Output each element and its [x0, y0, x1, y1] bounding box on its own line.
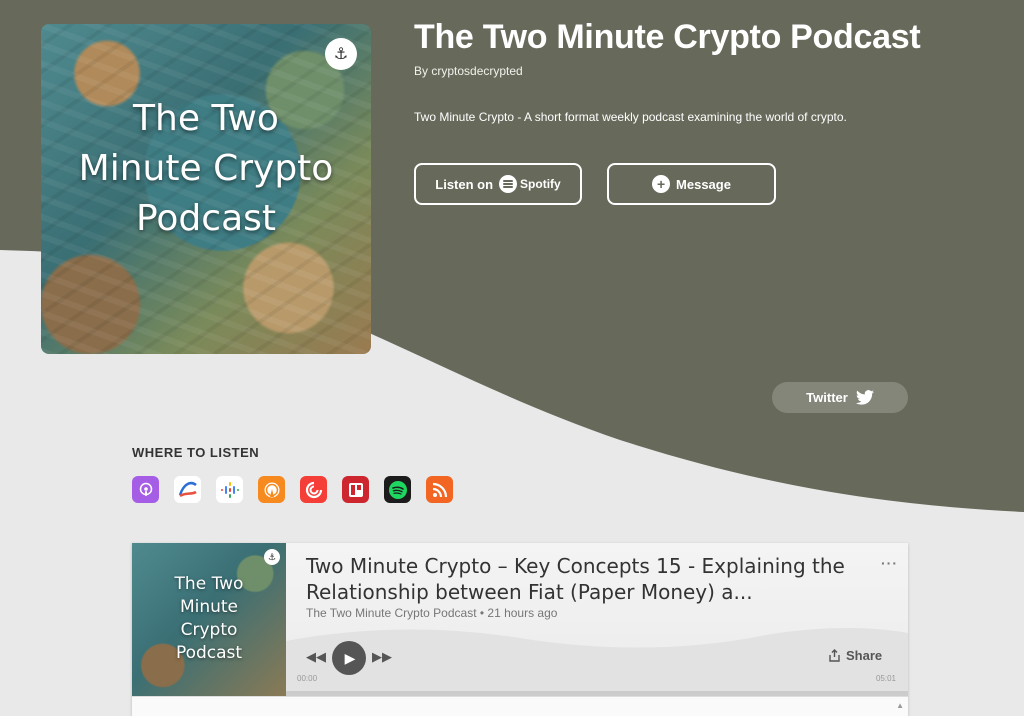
listen-on-spotify-button[interactable]: Listen on Spotify — [414, 163, 582, 205]
podcast-description: Two Minute Crypto - A short format weekl… — [414, 110, 847, 124]
rss-icon[interactable] — [426, 476, 453, 503]
rewind-icon[interactable]: ◀◀ — [306, 649, 326, 665]
radiopublic-icon[interactable] — [342, 476, 369, 503]
fast-forward-icon[interactable]: ▶▶ — [372, 649, 392, 665]
google-podcasts-icon[interactable] — [216, 476, 243, 503]
twitter-button[interactable]: Twitter — [772, 382, 908, 413]
message-plus-icon: + — [652, 175, 671, 193]
episode-list-area: ▲ — [132, 696, 908, 716]
episode-artwork-title: The Two Minute Crypto Podcast — [174, 574, 244, 663]
time-elapsed: 00:00 — [297, 674, 318, 683]
platform-icon-list — [132, 476, 453, 503]
where-to-listen-heading: WHERE TO LISTEN — [132, 445, 260, 460]
message-label: Message — [676, 176, 731, 192]
episode-artwork: The Two Minute Crypto Podcast ⚓ — [132, 543, 286, 696]
share-button[interactable]: Share — [828, 648, 882, 663]
spotify-platform-icon[interactable] — [384, 476, 411, 503]
spotify-icon — [499, 175, 518, 193]
podcast-byline[interactable]: By cryptosdecrypted — [414, 64, 523, 78]
player-main: Two Minute Crypto – Key Concepts 15 - Ex… — [286, 543, 908, 696]
message-button[interactable]: + Message — [607, 163, 776, 205]
anchor-logo-icon: ⚓ — [325, 38, 357, 70]
more-options-icon[interactable]: ··· — [881, 555, 898, 571]
breaker-icon[interactable] — [174, 476, 201, 503]
apple-podcasts-icon[interactable] — [132, 476, 159, 503]
time-total: 05:01 — [875, 674, 896, 683]
listen-on-label: Listen on — [435, 176, 494, 192]
overcast-icon[interactable] — [258, 476, 285, 503]
scroll-up-icon[interactable]: ▲ — [896, 701, 904, 710]
cover-title: The Two Minute Crypto Podcast — [78, 98, 334, 239]
episode-player: The Two Minute Crypto Podcast ⚓ Two Minu… — [132, 543, 908, 716]
share-label: Share — [846, 648, 883, 663]
twitter-label: Twitter — [806, 390, 848, 405]
share-icon — [829, 649, 840, 662]
spotify-logo: Spotify — [499, 175, 561, 193]
podcast-cover-art: The Two Minute Crypto Podcast ⚓ — [41, 24, 371, 354]
podcast-title: The Two Minute Crypto Podcast — [414, 18, 921, 56]
play-button[interactable]: ▶ — [332, 641, 366, 675]
pocket-casts-icon[interactable] — [300, 476, 327, 503]
twitter-bird-icon — [855, 390, 874, 405]
anchor-logo-icon: ⚓ — [264, 549, 280, 565]
spotify-label: Spotify — [520, 177, 561, 191]
episode-title[interactable]: Two Minute Crypto – Key Concepts 15 - Ex… — [306, 553, 876, 605]
episode-meta: The Two Minute Crypto Podcast • 21 hours… — [306, 606, 558, 620]
